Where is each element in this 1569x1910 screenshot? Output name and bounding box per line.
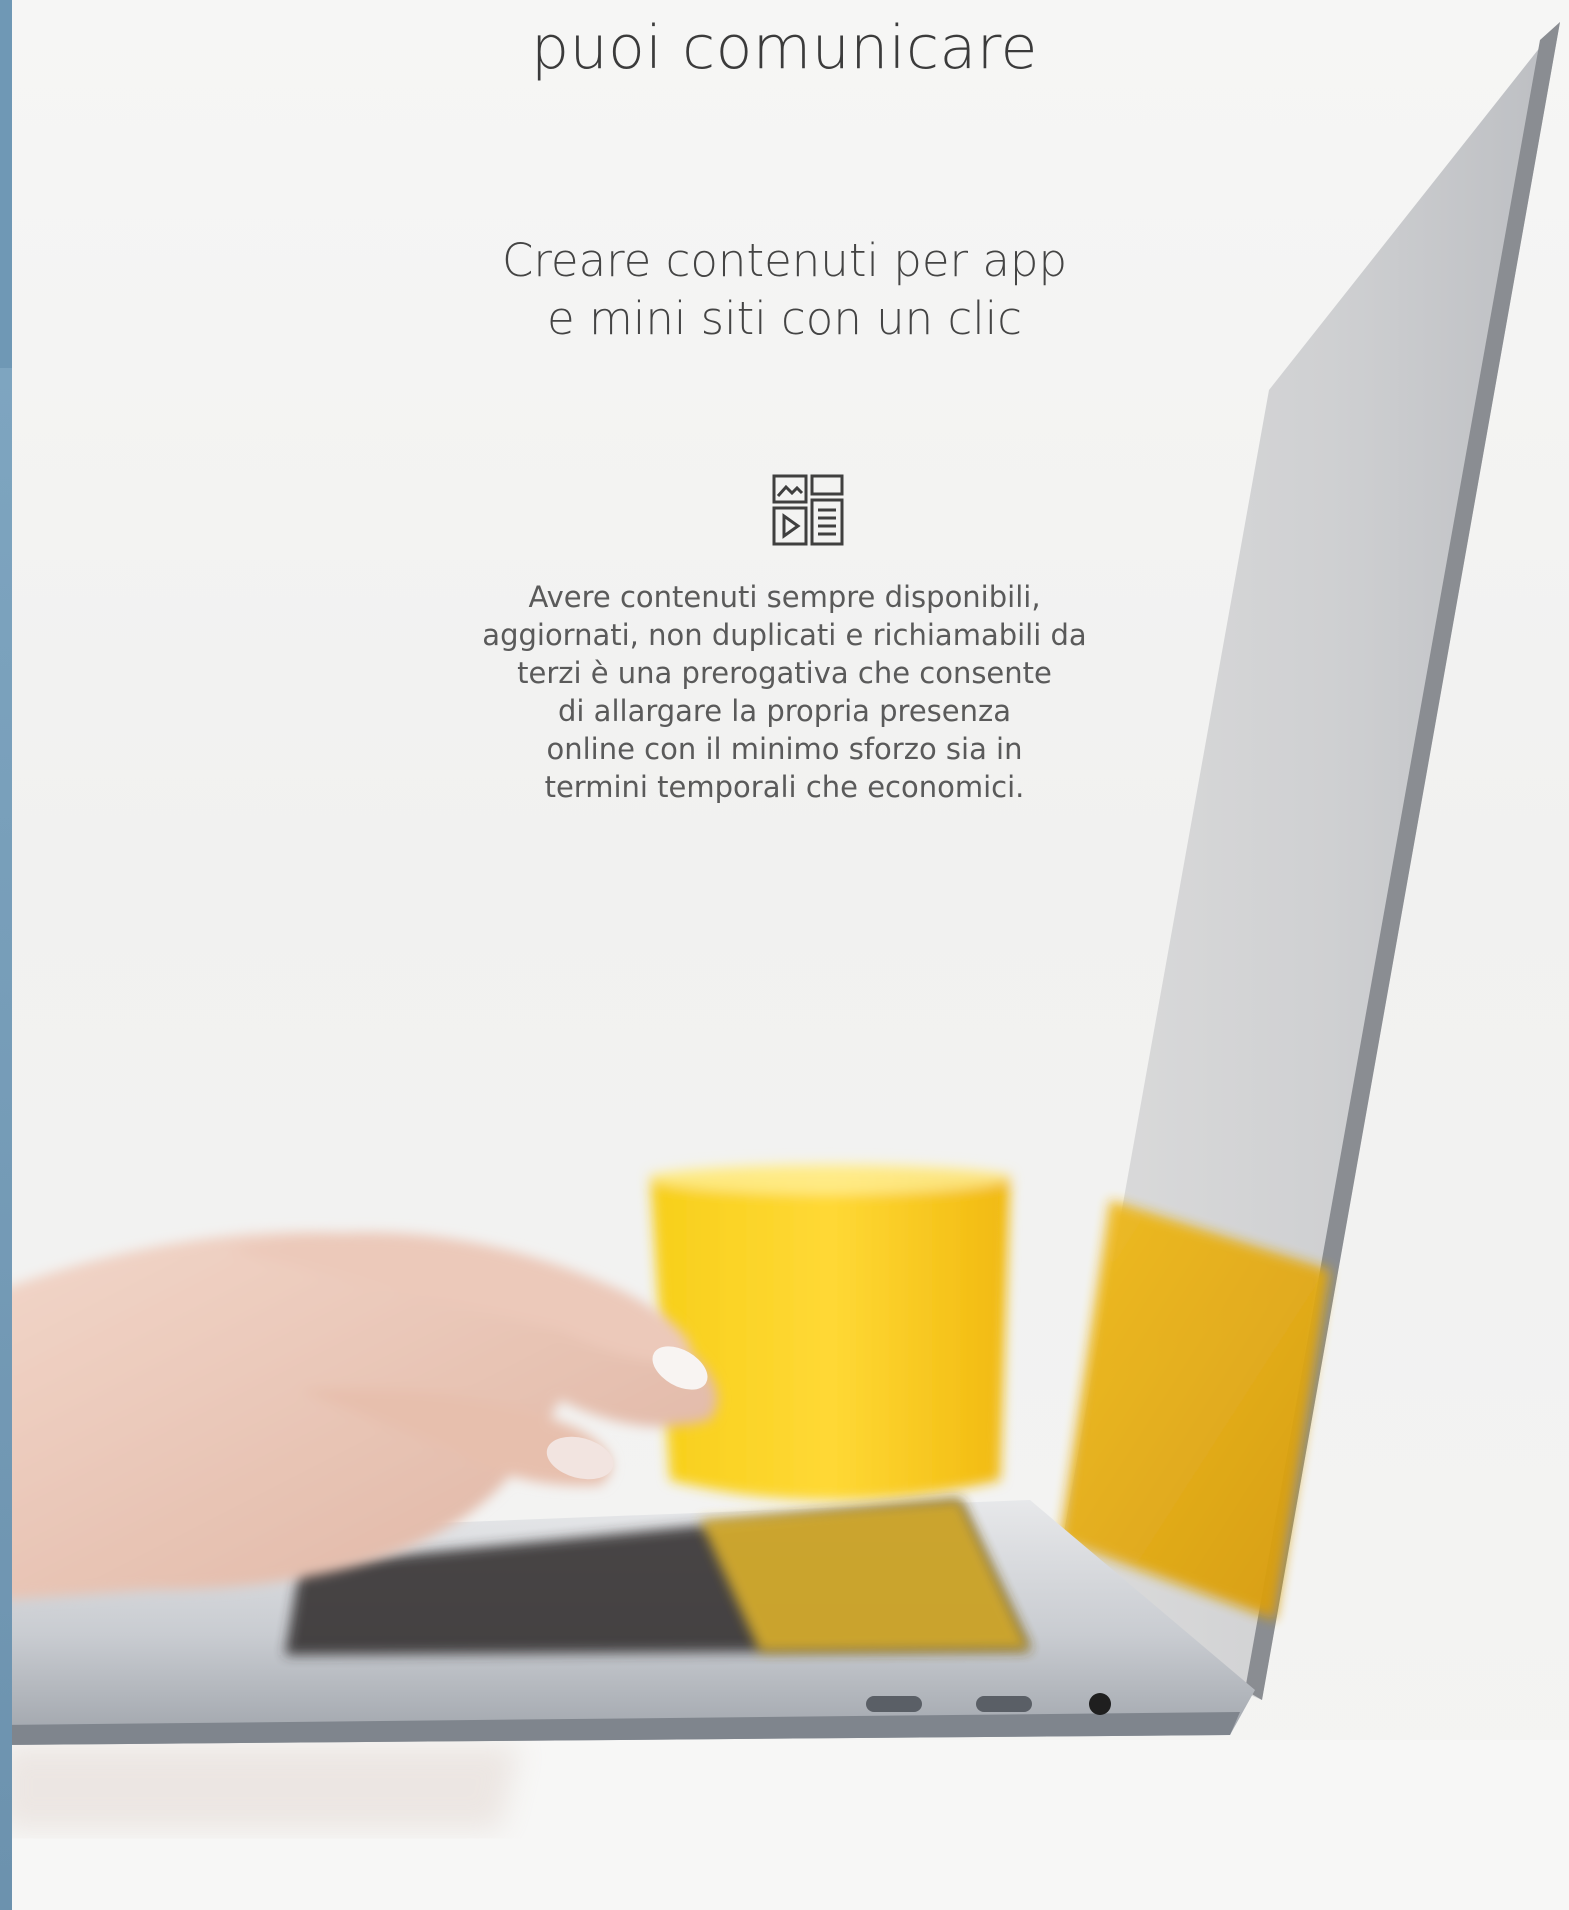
description-line: termini temporali che economici.	[544, 770, 1025, 804]
description-line: terzi è una prerogativa che consente	[517, 656, 1052, 690]
description-line: aggiornati, non duplicati e richiamabili…	[482, 618, 1087, 652]
description: Avere contenuti sempre disponibili, aggi…	[0, 578, 1569, 806]
subtitle-line: e mini siti con un clic	[547, 292, 1022, 345]
content-layout-icon	[772, 474, 844, 546]
description-line: di allargare la propria presenza	[558, 694, 1011, 728]
description-line: Avere contenuti sempre disponibili,	[528, 580, 1041, 614]
subtitle: Creare contenuti per app e mini siti con…	[0, 232, 1569, 348]
hero-page: puoi comunicare Creare contenuti per app…	[0, 0, 1569, 1910]
page-title: puoi comunicare	[531, 13, 1038, 83]
subtitle-line: Creare contenuti per app	[501, 234, 1068, 287]
description-line: online con il minimo sforzo sia in	[546, 732, 1023, 766]
